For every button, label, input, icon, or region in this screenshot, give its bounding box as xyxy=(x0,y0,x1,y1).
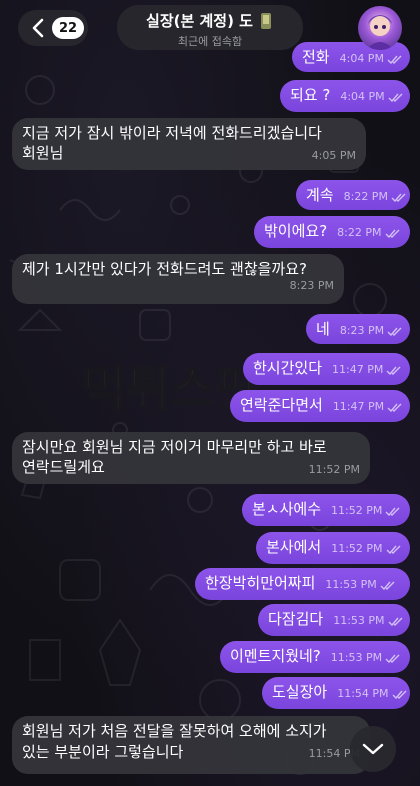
message-time: 11:52 PM xyxy=(331,542,383,556)
message-text-line: 잠시만요 회원님 지금 저이거 마무리만 하고 바로 xyxy=(22,438,327,456)
message-time: 11:47 PM xyxy=(332,363,384,377)
double-check-icon xyxy=(386,545,401,555)
unread-count-badge: 22 xyxy=(52,17,85,39)
message-time: 4:04 PM xyxy=(340,90,385,104)
message-text: 밖이에요? xyxy=(264,222,328,240)
chevron-down-icon xyxy=(362,743,384,755)
double-check-icon xyxy=(391,193,406,203)
message-text-line: 연락드릴게요 xyxy=(22,458,105,477)
message-time: 11:54 PM xyxy=(337,687,389,701)
message-text: 다잠김다 xyxy=(268,610,324,628)
message-text: 네 xyxy=(316,320,330,338)
message-text-line: 회원님 xyxy=(22,144,64,163)
message-bubble[interactable]: 도실장아 11:54 PM xyxy=(262,677,410,709)
chevron-left-icon xyxy=(32,18,44,38)
double-check-icon xyxy=(387,327,402,337)
chat-title: 실장(본 계정) 도 xyxy=(146,12,253,30)
double-check-icon xyxy=(380,581,395,591)
message-time: 8:23 PM xyxy=(289,279,334,293)
message-bubble[interactable]: 한장박히만어짜피 11:53 PM xyxy=(195,568,410,600)
message-bubble[interactable]: 회원님 저가 처음 전달을 잘못하여 오해에 소지가 있는 부분이라 그렇습니다… xyxy=(12,716,370,774)
chat-title-pill[interactable]: 실장(본 계정) 도 최근에 접속함 xyxy=(117,5,303,50)
message-time: 8:23 PM xyxy=(339,324,385,338)
message-text-line: 회원님 저가 처음 전달을 잘못하여 오해에 소지가 xyxy=(22,722,327,740)
chat-header: 22 실장(본 계정) 도 최근에 접속함 xyxy=(0,0,420,56)
message-bubble[interactable]: 지금 저가 잠시 밖이라 저녁에 전화드리겠습니다 회원님 4:05 PM xyxy=(12,118,366,170)
double-check-icon xyxy=(392,690,407,700)
message-text: 이멘트지웠네? xyxy=(230,647,321,665)
message-bubble[interactable]: 다잠김다 11:53 PM xyxy=(258,604,410,636)
message-bubble[interactable]: 되요 ? 4:04 PM xyxy=(280,80,410,112)
message-text-line: 있는 부분이라 그렇습니다 xyxy=(22,742,184,761)
message-time: 11:52 PM xyxy=(308,462,360,476)
message-time: 11:52 PM xyxy=(331,504,383,518)
avatar[interactable] xyxy=(358,6,402,50)
message-bubble[interactable]: 연락준다면서 11:47 PM xyxy=(230,390,410,422)
message-time: 4:05 PM xyxy=(311,148,356,162)
message-time: 11:47 PM xyxy=(332,400,385,414)
message-text: 한장박히만어짜피 xyxy=(205,574,316,592)
double-check-icon xyxy=(385,229,399,239)
scroll-to-bottom-button[interactable] xyxy=(350,726,396,772)
double-check-icon xyxy=(386,366,401,376)
message-bubble[interactable]: 잠시만요 회원님 지금 저이거 마무리만 하고 바로 연락드릴게요 11:52 … xyxy=(12,432,370,484)
message-text: 계속 xyxy=(306,186,334,204)
double-check-icon xyxy=(385,507,400,517)
double-check-icon xyxy=(385,654,400,664)
message-text: 본사에서 xyxy=(266,538,322,556)
message-bubble[interactable]: 본ㅅ사에수 11:52 PM xyxy=(242,494,410,526)
message-time: 11:53 PM xyxy=(330,651,383,665)
message-text: 본ㅅ사에수 xyxy=(252,500,322,518)
message-text: 한시간있다 xyxy=(253,359,323,377)
chat-status: 최근에 접속함 xyxy=(177,35,243,48)
message-text: 연락준다면서 xyxy=(240,396,323,414)
message-text-line: 제가 1시간만 있다가 전화드려도 괜찮을까요? xyxy=(22,260,307,278)
message-text: 되요 ? xyxy=(290,86,331,104)
message-text-line: 지금 저가 잠시 밖이라 저녁에 전화드리겠습니다 xyxy=(22,124,322,142)
message-bubble[interactable]: 본사에서 11:52 PM xyxy=(256,532,410,564)
message-time: 11:53 PM xyxy=(325,578,377,592)
phone-emoji-icon xyxy=(260,12,271,29)
message-text: 도실장아 xyxy=(272,683,328,701)
double-check-icon xyxy=(387,55,402,65)
message-time: 8:22 PM xyxy=(337,226,382,240)
message-time: 11:53 PM xyxy=(333,614,385,628)
message-bubble[interactable]: 제가 1시간만 있다가 전화드려도 괜찮을까요? 8:23 PM xyxy=(12,254,344,304)
back-button[interactable]: 22 xyxy=(18,10,88,46)
message-bubble[interactable]: 한시간있다 11:47 PM xyxy=(243,353,410,385)
message-time: 8:22 PM xyxy=(343,190,388,204)
message-bubble[interactable]: 네 8:23 PM xyxy=(306,314,410,344)
double-check-icon xyxy=(388,617,403,627)
message-bubble[interactable]: 계속 8:22 PM xyxy=(296,180,410,210)
message-bubble[interactable]: 이멘트지웠네? 11:53 PM xyxy=(220,641,410,673)
double-check-icon xyxy=(388,93,403,103)
double-check-icon xyxy=(387,403,402,413)
message-bubble[interactable]: 밖이에요? 8:22 PM xyxy=(254,216,410,248)
